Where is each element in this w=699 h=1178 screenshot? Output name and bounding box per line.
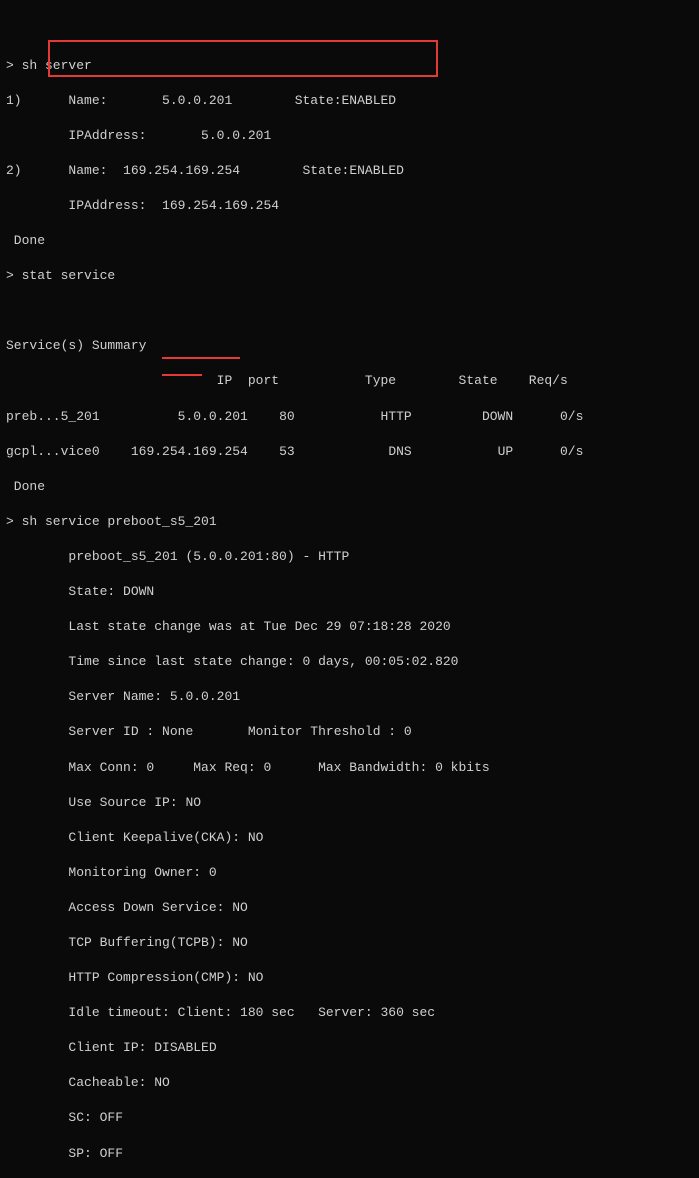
server-1-name: 5.0.0.201: [162, 93, 232, 108]
detail-l12-text: TCP Buffering(TCPB): NO: [68, 935, 247, 950]
hdr-reqs: Req/s: [529, 373, 568, 388]
detail-l15-text: Client IP: DISABLED: [68, 1040, 216, 1055]
detail-l4-text: Time since last state change: 0 days, 00…: [68, 654, 458, 669]
detail-l6: Server ID : None Monitor Threshold : 0: [6, 723, 693, 741]
detail-l1: preboot_s5_201 (5.0.0.201:80) - HTTP: [6, 548, 693, 566]
done-1: Done: [6, 232, 693, 250]
svc1-reqs: 0/s: [560, 409, 583, 424]
server-2-state-label: State:: [303, 163, 350, 178]
detail-l2: State: DOWN: [6, 583, 693, 601]
svc1-name: preb...5_201: [6, 409, 100, 424]
server-2-ip: 169.254.169.254: [162, 198, 279, 213]
hdr-state: State: [459, 373, 498, 388]
detail-l5: Server Name: 5.0.0.201: [6, 688, 693, 706]
detail-l14: Idle timeout: Client: 180 sec Server: 36…: [6, 1004, 693, 1022]
detail-l12: TCP Buffering(TCPB): NO: [6, 934, 693, 952]
svc2-ip: 169.254.169.254: [131, 444, 248, 459]
detail-l14-text: Idle timeout: Client: 180 sec Server: 36…: [68, 1005, 435, 1020]
svc2-port: 53: [279, 444, 295, 459]
detail-l11-text: Access Down Service: NO: [68, 900, 247, 915]
server-1-state-label: State:: [295, 93, 342, 108]
detail-l7: Max Conn: 0 Max Req: 0 Max Bandwidth: 0 …: [6, 759, 693, 777]
detail-l13: HTTP Compression(CMP): NO: [6, 969, 693, 987]
hdr-ip: IP: [217, 373, 233, 388]
svc1-type: HTTP: [381, 409, 412, 424]
svc2-name: gcpl...vice0: [6, 444, 100, 459]
detail-l10-text: Monitoring Owner: 0: [68, 865, 216, 880]
detail-l1-text: preboot_s5_201 (5.0.0.201:80) - HTTP: [68, 549, 349, 564]
detail-l15: Client IP: DISABLED: [6, 1039, 693, 1057]
server-2-row: 2) Name: 169.254.169.254 State:ENABLED: [6, 162, 693, 180]
server-2-state: ENABLED: [349, 163, 404, 178]
detail-l4: Time since last state change: 0 days, 00…: [6, 653, 693, 671]
server-1-name-label: Name:: [68, 93, 107, 108]
svc2-reqs: 0/s: [560, 444, 583, 459]
svc1-ip: 5.0.0.201: [178, 409, 248, 424]
detail-l17-text: SC: OFF: [68, 1110, 123, 1125]
detail-l8: Use Source IP: NO: [6, 794, 693, 812]
detail-l9-text: Client Keepalive(CKA): NO: [68, 830, 263, 845]
detail-l10: Monitoring Owner: 0: [6, 864, 693, 882]
detail-l3-text: Last state change was at Tue Dec 29 07:1…: [68, 619, 450, 634]
detail-l11: Access Down Service: NO: [6, 899, 693, 917]
server-1-ip-row: IPAddress: 5.0.0.201: [6, 127, 693, 145]
detail-l13-text: HTTP Compression(CMP): NO: [68, 970, 263, 985]
terminal-output[interactable]: { "cmd1": "> sh server", "server1": { "i…: [6, 22, 693, 1178]
done-2: Done: [6, 478, 693, 496]
detail-server-id-label: Server ID :: [68, 724, 162, 739]
server-2-ip-row: IPAddress: 169.254.169.254: [6, 197, 693, 215]
detail-l8-text: Use Source IP: NO: [68, 795, 201, 810]
service-row-1: preb...5_201 5.0.0.201 80 HTTP DOWN 0/s: [6, 408, 693, 426]
detail-monitor-threshold: Monitor Threshold : 0: [193, 724, 411, 739]
service-row-2: gcpl...vice0 169.254.169.254 53 DNS UP 0…: [6, 443, 693, 461]
cmd-sh-server: > sh server: [6, 57, 693, 75]
detail-l16-text: Cacheable: NO: [68, 1075, 169, 1090]
detail-l9: Client Keepalive(CKA): NO: [6, 829, 693, 847]
detail-l16: Cacheable: NO: [6, 1074, 693, 1092]
server-2-name: 169.254.169.254: [123, 163, 240, 178]
detail-l3: Last state change was at Tue Dec 29 07:1…: [6, 618, 693, 636]
svc1-state: DOWN: [482, 409, 513, 424]
detail-l17: SC: OFF: [6, 1109, 693, 1127]
service-summary-title: Service(s) Summary: [6, 337, 693, 355]
server-1-ip-label: IPAddress:: [68, 128, 146, 143]
server-2-idx: 2): [6, 163, 22, 178]
svc1-port: 80: [279, 409, 295, 424]
detail-l2-text: State: DOWN: [68, 584, 154, 599]
server-2-name-label: Name:: [68, 163, 107, 178]
detail-server-name-label: Server Name:: [68, 689, 169, 704]
detail-l7-text: Max Conn: 0 Max Req: 0 Max Bandwidth: 0 …: [68, 760, 489, 775]
cmd-stat-service: > stat service: [6, 267, 693, 285]
server-1-idx: 1): [6, 93, 22, 108]
service-header-row: IP port Type State Req/s: [6, 372, 693, 390]
server-1-state: ENABLED: [342, 93, 397, 108]
detail-server-id-value: None: [162, 724, 193, 739]
cmd-sh-service: > sh service preboot_s5_201: [6, 513, 693, 531]
detail-l18-text: SP: OFF: [68, 1146, 123, 1161]
svc2-type: DNS: [388, 444, 411, 459]
server-2-ip-label: IPAddress:: [68, 198, 146, 213]
hdr-type: Type: [365, 373, 396, 388]
svc2-state: UP: [498, 444, 514, 459]
detail-l18: SP: OFF: [6, 1145, 693, 1163]
server-1-ip: 5.0.0.201: [201, 128, 271, 143]
highlight-underline-server-name: [162, 357, 240, 359]
detail-server-name-value: 5.0.0.201: [170, 689, 240, 704]
server-1-row: 1) Name: 5.0.0.201 State:ENABLED: [6, 92, 693, 110]
hdr-port: port: [248, 373, 279, 388]
